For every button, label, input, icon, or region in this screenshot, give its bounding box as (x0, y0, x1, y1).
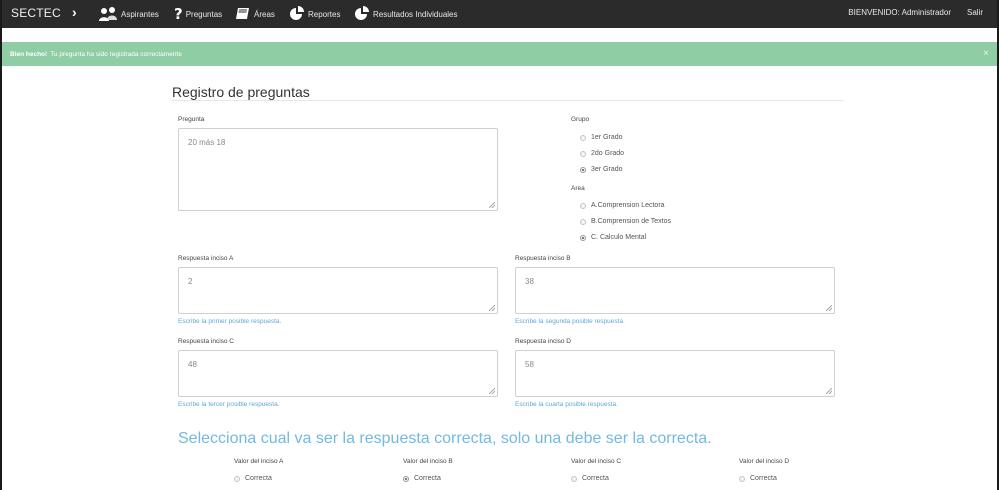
radio-correct-a[interactable]: Correcta (234, 475, 272, 482)
radio-area-c[interactable]: C. Calculo Mental (580, 234, 646, 241)
window-frame-left (0, 0, 2, 490)
radio-correct-d[interactable]: Correcta (739, 475, 777, 482)
nav-item-reportes[interactable]: Reportes (289, 0, 340, 28)
radio-icon[interactable] (739, 475, 745, 482)
nav-item-preguntas[interactable]: ? Preguntas (174, 0, 222, 28)
question-value: 20 más 18 (188, 138, 226, 147)
nav-label: Reportes (308, 9, 341, 19)
book-icon (236, 8, 249, 19)
answer-d-textarea[interactable]: 58 (515, 350, 835, 397)
radio-label: Correcta (582, 475, 609, 482)
success-alert: Bien hecho! Tu pregunta ha sido registra… (2, 42, 997, 66)
answer-c-value: 48 (188, 360, 197, 369)
answer-b-textarea[interactable]: 38 (515, 267, 835, 314)
answer-c-label: Respuesta inciso C (178, 338, 234, 345)
radio-label: Correcta (245, 475, 272, 482)
answer-b-value: 38 (525, 277, 534, 286)
correct-answer-heading: Selecciona cual va ser la respuesta corr… (178, 430, 712, 447)
correct-col-a-label: Valor del inciso A (234, 458, 284, 465)
answer-d-value: 58 (525, 360, 534, 369)
alert-strong: Bien hecho! (10, 50, 48, 58)
radio-label: Correcta (414, 475, 441, 482)
radio-group-3er[interactable]: 3er Grado (580, 166, 623, 173)
resize-grip-icon[interactable] (826, 305, 832, 311)
answer-b-help: Escribe la segunda posible respuesta. (515, 318, 625, 325)
radio-correct-b[interactable]: Correcta (403, 475, 441, 482)
brand-logo[interactable]: SECTEC (11, 6, 61, 20)
nav-label: Resultados Individuales (373, 9, 458, 19)
group-label: Grupo (571, 116, 590, 123)
resize-grip-icon[interactable] (489, 388, 495, 394)
radio-selected-icon[interactable] (403, 475, 409, 482)
resize-grip-icon[interactable] (489, 305, 495, 311)
answer-d-label: Respuesta inciso D (515, 338, 571, 345)
radio-label: Correcta (750, 475, 777, 482)
radio-icon[interactable] (571, 475, 577, 482)
radio-correct-c[interactable]: Correcta (571, 475, 609, 482)
radio-icon[interactable] (580, 134, 586, 141)
answer-a-help: Escribe la primer posible respuesta. (178, 318, 282, 325)
correct-col-d-label: Valor del inciso D (739, 458, 790, 465)
nav-item-resultados[interactable]: Resultados Individuales (354, 0, 458, 28)
correct-col-b-label: Valor del inciso B (403, 458, 453, 465)
radio-selected-icon[interactable] (580, 234, 586, 241)
chevron-right-icon: › (72, 4, 77, 20)
nav-item-areas[interactable]: Áreas (235, 0, 275, 28)
top-navbar: SECTEC › Aspirantes ? Preguntas Áreas Re… (2, 0, 997, 28)
correct-col-c-label: Valor del inciso C (571, 458, 622, 465)
radio-label: 3er Grado (591, 166, 623, 173)
answer-a-value: 2 (188, 277, 193, 286)
nav-label: Áreas (254, 9, 275, 19)
radio-icon[interactable] (580, 218, 586, 225)
radio-icon[interactable] (580, 202, 586, 209)
radio-icon[interactable] (580, 150, 586, 157)
question-icon: ? (174, 5, 183, 23)
answer-c-textarea[interactable]: 48 (178, 350, 498, 397)
radio-group-2do[interactable]: 2do Grado (580, 150, 624, 157)
question-textarea[interactable]: 20 más 18 (178, 128, 498, 211)
nav-item-aspirantes[interactable]: Aspirantes (98, 0, 159, 28)
question-label: Pregunta (178, 116, 205, 123)
radio-selected-icon[interactable] (580, 166, 586, 173)
radio-group-1er[interactable]: 1er Grado (580, 134, 623, 141)
page-title: Registro de preguntas (172, 84, 310, 100)
area-label: Area (571, 185, 585, 192)
radio-icon[interactable] (234, 475, 240, 482)
radio-area-b[interactable]: B.Comprension de Textos (580, 218, 671, 225)
pie-chart-icon (290, 6, 304, 20)
answer-b-label: Respuesta inciso B (515, 255, 571, 262)
alert-message: Tu pregunta ha sido registrada correctam… (50, 50, 182, 58)
logout-link[interactable]: Salir (967, 8, 983, 17)
radio-label: C. Calculo Mental (591, 234, 647, 241)
users-icon (99, 7, 117, 21)
nav-label: Preguntas (185, 9, 223, 19)
answer-c-help: Escribe la tercer posible respuesta. (178, 401, 280, 408)
radio-label: 1er Grado (591, 134, 623, 141)
radio-label: B.Comprension de Textos (591, 218, 672, 225)
radio-label: A.Comprension Lectora (591, 202, 665, 209)
radio-area-a[interactable]: A.Comprension Lectora (580, 202, 665, 209)
nav-label: Aspirantes (121, 9, 159, 19)
resize-grip-icon[interactable] (826, 388, 832, 394)
title-divider (172, 100, 844, 101)
welcome-text: BIENVENIDO: Administrador (848, 8, 951, 17)
answer-a-label: Respuesta inciso A (178, 255, 234, 262)
pie-chart-icon (355, 6, 369, 20)
close-icon[interactable]: × (983, 48, 989, 59)
answer-d-help: Escribe la cuarta posible respuesta. (515, 401, 618, 408)
resize-grip-icon[interactable] (489, 202, 495, 208)
radio-label: 2do Grado (591, 150, 625, 157)
answer-a-textarea[interactable]: 2 (178, 267, 498, 314)
